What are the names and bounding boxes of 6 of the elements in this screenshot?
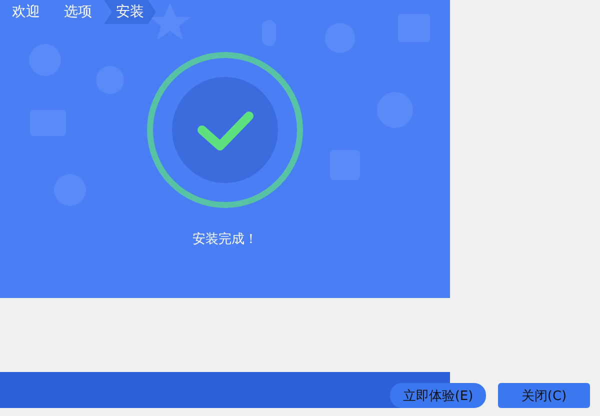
status-message: 安装完成！: [192, 231, 258, 248]
step-label: 欢迎: [11, 3, 41, 22]
dialog-button[interactable]: 关闭(C): [498, 383, 590, 408]
step-label: 选项: [63, 3, 93, 22]
dialog-button[interactable]: 立即体验(E): [390, 383, 486, 408]
success-check-icon: [145, 50, 305, 210]
